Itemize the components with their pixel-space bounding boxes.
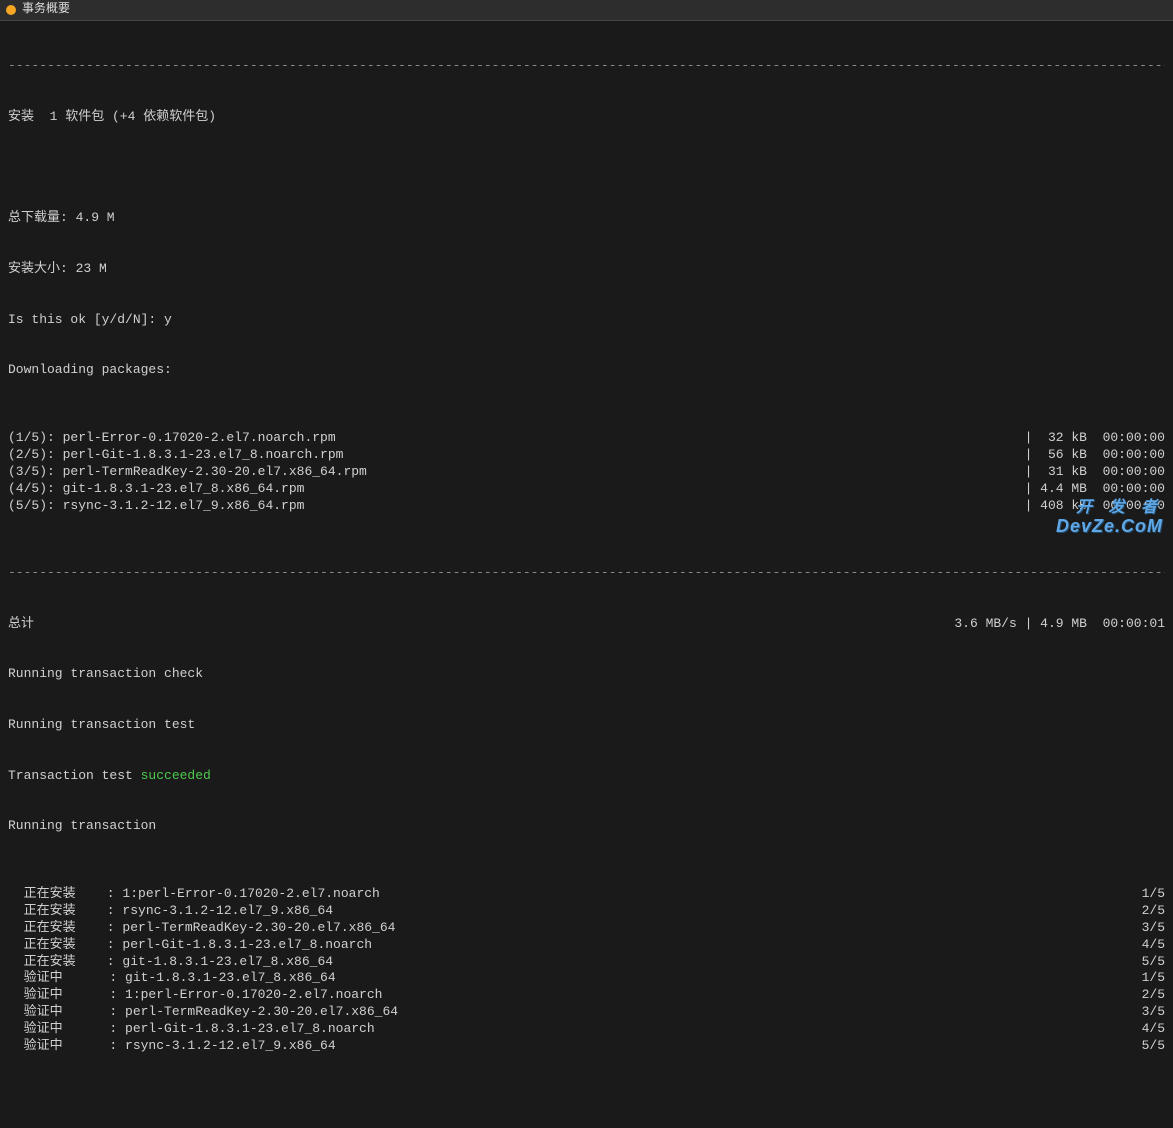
separator: ----------------------------------------… [8, 565, 1165, 582]
blank-line [8, 160, 1165, 177]
install-summary: 安装 1 软件包 (+4 依赖软件包) [8, 109, 1165, 126]
download-row: (4/5): git-1.8.3.1-23.el7_8.x86_64.rpm| … [8, 481, 1165, 498]
install-row: 验证中 : git-1.8.3.1-23.el7_8.x86_641/5 [8, 970, 1165, 987]
install-step: 正在安装 : perl-Git-1.8.3.1-23.el7_8.noarch [8, 937, 1134, 954]
download-file: (3/5): perl-TermReadKey-2.30-20.el7.x86_… [8, 464, 1017, 481]
total-value: 3.6 MB/s | 4.9 MB 00:00:01 [946, 616, 1165, 633]
install-step: 正在安装 : rsync-3.1.2-12.el7_9.x86_64 [8, 903, 1134, 920]
total-download: 总下载量: 4.9 M [8, 210, 1165, 227]
install-step: 正在安装 : 1:perl-Error-0.17020-2.el7.noarch [8, 886, 1134, 903]
install-progress: 1/5 [1134, 970, 1165, 987]
transaction-check: Running transaction check [8, 666, 1165, 683]
install-row: 正在安装 : perl-Git-1.8.3.1-23.el7_8.noarch4… [8, 937, 1165, 954]
download-file: (2/5): perl-Git-1.8.3.1-23.el7_8.noarch.… [8, 447, 1017, 464]
total-label: 总计 [8, 616, 946, 633]
install-row: 验证中 : 1:perl-Error-0.17020-2.el7.noarch2… [8, 987, 1165, 1004]
install-progress: 2/5 [1134, 903, 1165, 920]
window-icon [6, 5, 16, 15]
install-row: 正在安装 : 1:perl-Error-0.17020-2.el7.noarch… [8, 886, 1165, 903]
download-file: (4/5): git-1.8.3.1-23.el7_8.x86_64.rpm [8, 481, 1017, 498]
download-stats: | 56 kB 00:00:00 [1017, 447, 1165, 464]
separator: ----------------------------------------… [8, 58, 1165, 75]
install-step: 验证中 : perl-Git-1.8.3.1-23.el7_8.noarch [8, 1021, 1134, 1038]
download-stats: | 31 kB 00:00:00 [1017, 464, 1165, 481]
install-step: 正在安装 : git-1.8.3.1-23.el7_8.x86_64 [8, 954, 1134, 971]
confirm-prompt: Is this ok [y/d/N]: y [8, 312, 1165, 329]
download-file: (1/5): perl-Error-0.17020-2.el7.noarch.r… [8, 430, 1017, 447]
window-titlebar: 事务概要 [0, 0, 1173, 21]
install-progress: 1/5 [1134, 886, 1165, 903]
download-stats: | 4.4 MB 00:00:00 [1017, 481, 1165, 498]
downloading-header: Downloading packages: [8, 362, 1165, 379]
install-row: 正在安装 : perl-TermReadKey-2.30-20.el7.x86_… [8, 920, 1165, 937]
download-stats: | 32 kB 00:00:00 [1017, 430, 1165, 447]
succeeded-status: succeeded [141, 768, 211, 783]
transaction-test: Running transaction test [8, 717, 1165, 734]
install-step: 验证中 : perl-TermReadKey-2.30-20.el7.x86_6… [8, 1004, 1134, 1021]
terminal-output[interactable]: ----------------------------------------… [0, 21, 1173, 1128]
install-progress: 5/5 [1134, 954, 1165, 971]
install-progress: 2/5 [1134, 987, 1165, 1004]
install-row: 验证中 : perl-Git-1.8.3.1-23.el7_8.noarch4/… [8, 1021, 1165, 1038]
blank-line [8, 1106, 1165, 1123]
window-title: 事务概要 [22, 2, 70, 18]
install-progress: 3/5 [1134, 1004, 1165, 1021]
install-progress: 5/5 [1134, 1038, 1165, 1055]
download-file: (5/5): rsync-3.1.2-12.el7_9.x86_64.rpm [8, 498, 1017, 515]
download-row: (3/5): perl-TermReadKey-2.30-20.el7.x86_… [8, 464, 1165, 481]
download-stats: | 408 kB 00:00:00 [1017, 498, 1165, 515]
install-step: 验证中 : rsync-3.1.2-12.el7_9.x86_64 [8, 1038, 1134, 1055]
install-row: 验证中 : perl-TermReadKey-2.30-20.el7.x86_6… [8, 1004, 1165, 1021]
install-row: 正在安装 : git-1.8.3.1-23.el7_8.x86_645/5 [8, 954, 1165, 971]
download-row: (2/5): perl-Git-1.8.3.1-23.el7_8.noarch.… [8, 447, 1165, 464]
running-transaction: Running transaction [8, 818, 1165, 835]
install-step: 正在安装 : perl-TermReadKey-2.30-20.el7.x86_… [8, 920, 1134, 937]
transaction-test-result: Transaction test succeeded [8, 768, 1165, 785]
download-row: (5/5): rsync-3.1.2-12.el7_9.x86_64.rpm| … [8, 498, 1165, 515]
install-row: 验证中 : rsync-3.1.2-12.el7_9.x86_645/5 [8, 1038, 1165, 1055]
install-progress: 3/5 [1134, 920, 1165, 937]
install-progress: 4/5 [1134, 937, 1165, 954]
install-row: 正在安装 : rsync-3.1.2-12.el7_9.x86_642/5 [8, 903, 1165, 920]
total-row: 总计 3.6 MB/s | 4.9 MB 00:00:01 [8, 616, 1165, 633]
download-row: (1/5): perl-Error-0.17020-2.el7.noarch.r… [8, 430, 1165, 447]
install-size: 安装大小: 23 M [8, 261, 1165, 278]
install-step: 验证中 : git-1.8.3.1-23.el7_8.x86_64 [8, 970, 1134, 987]
install-progress: 4/5 [1134, 1021, 1165, 1038]
install-step: 验证中 : 1:perl-Error-0.17020-2.el7.noarch [8, 987, 1134, 1004]
